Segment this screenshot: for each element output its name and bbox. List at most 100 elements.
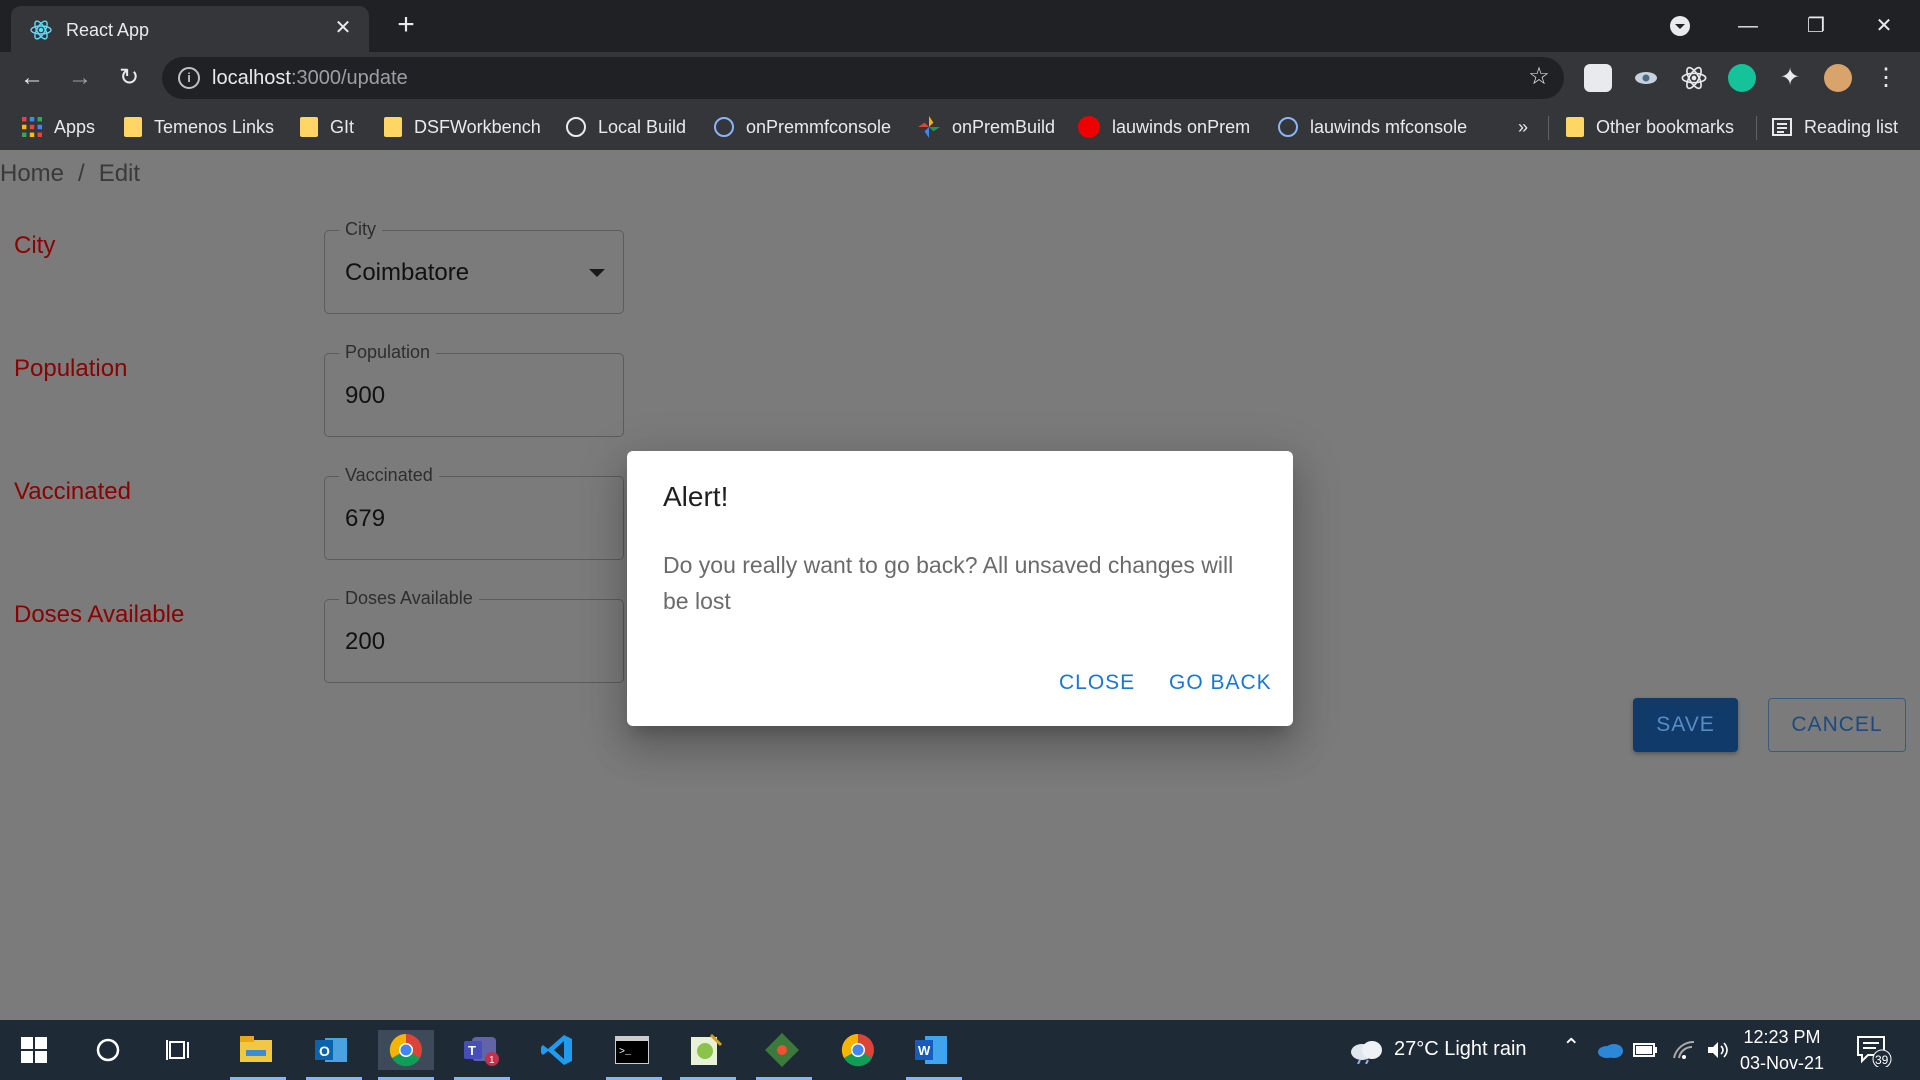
bookmark-label: Apps [54,116,96,137]
breadcrumb-home[interactable]: Home [0,160,64,187]
notification-center-icon[interactable]: 39 [1854,1030,1894,1070]
bookmark-lauwinds-mfconsole[interactable]: lauwinds mfconsole [1278,104,1467,150]
city-select[interactable]: City Coimbatore [324,219,624,314]
bookmark-label: Other bookmarks [1596,116,1735,137]
windows-start-icon[interactable] [14,1030,54,1070]
bookmark-separator [1756,116,1757,140]
bookmark-onprembuild[interactable]: onPremBuild [918,104,1055,150]
globe-icon [714,117,734,137]
population-input[interactable]: Population 900 [324,342,624,437]
bookmark-label: Local Build [598,116,687,137]
weather-text[interactable]: 27°C Light rain [1394,1038,1527,1061]
reading-list-icon [1772,118,1792,136]
forward-arrow-icon[interactable]: → [64,62,96,94]
url-text: localhost:3000/update [212,67,408,89]
close-window-icon[interactable]: ✕ [1866,8,1902,44]
file-explorer-icon[interactable] [236,1030,276,1070]
vaccinated-label: Vaccinated [14,478,131,505]
search-circle-icon[interactable] [88,1030,128,1070]
folder-icon [1566,117,1584,137]
battery-icon[interactable] [1626,1030,1666,1070]
bookmark-star-icon[interactable]: ☆ [1526,64,1552,90]
restore-icon[interactable]: ❐ [1798,8,1834,44]
cancel-button[interactable]: CANCEL [1768,698,1906,752]
dialog-message: Do you really want to go back? All unsav… [663,552,1234,614]
dialog-close-button[interactable]: CLOSE [1059,671,1135,695]
bookmark-label: onPremBuild [952,116,1056,137]
teams-icon[interactable]: T1 [462,1030,502,1070]
bookmark-other-bookmarks[interactable]: Other bookmarks [1566,104,1734,150]
apps-grid-icon [22,117,42,137]
population-legend: Population [339,342,437,363]
clock-date: 03-Nov-21 [1740,1053,1825,1073]
clock[interactable]: 12:23 PM 03-Nov-21 [1740,1024,1824,1076]
react-icon [30,20,52,40]
vaccinated-legend: Vaccinated [339,465,439,486]
bookmark-temenos-links[interactable]: Temenos Links [124,104,274,150]
population-label: Population [14,355,128,382]
population-value: 900 [345,382,386,409]
reload-icon[interactable]: ↻ [113,62,145,94]
vaccinated-value: 679 [345,505,386,532]
weather-cloud-icon[interactable] [1346,1030,1386,1070]
terminal-icon[interactable]: >_ [612,1030,652,1070]
globe-icon [1278,117,1298,137]
bookmark-dsfworkbench[interactable]: DSFWorkbench [384,104,541,150]
bookmark-label: GIt [330,116,355,137]
extensions-puzzle-icon[interactable]: ✦ [1776,64,1804,92]
svg-text:>_: >_ [619,1047,632,1058]
site-info-icon[interactable]: i [178,67,200,89]
word-icon[interactable]: W [912,1030,952,1070]
bookmark-label: lauwinds onPrem [1112,116,1251,137]
chrome-profile-icon[interactable] [838,1030,878,1070]
back-arrow-icon[interactable]: ← [16,62,48,94]
doses-available-input[interactable]: Doses Available 200 [324,588,624,683]
bookmark-lauwinds-onprem[interactable]: lauwinds onPrem [1078,104,1250,150]
close-tab-icon[interactable]: ✕ [331,16,355,40]
menu-kebab-icon[interactable]: ⋮ [1872,64,1900,92]
browser-toolbar: ← → ↻ i localhost:3000/update ☆ ✦ ⋮ [0,52,1920,104]
vscode-icon[interactable] [537,1030,577,1070]
save-button[interactable]: SAVE [1633,698,1738,752]
windows-taskbar: O T1 >_ W 27°C Light rain ⌃ 12:23 PM 03-… [0,1020,1920,1080]
address-bar[interactable]: i localhost:3000/update ☆ [162,57,1564,99]
notepad-plus-plus-icon[interactable] [686,1030,726,1070]
overflow-label: » [1518,116,1529,137]
doses-available-legend: Doses Available [339,588,479,609]
bookmark-apps[interactable]: Apps [22,104,95,150]
chevron-up-icon[interactable]: ⌃ [1562,1034,1580,1060]
dialog-go-back-button[interactable]: GO BACK [1169,671,1272,695]
bookmark-label: Temenos Links [154,116,275,137]
minimize-icon[interactable]: — [1730,8,1766,44]
extension-puzzle-map-icon[interactable] [1584,64,1612,92]
chrome-icon[interactable] [378,1030,434,1070]
bookmark-label: onPremmfconsole [746,116,892,137]
onedrive-icon[interactable] [1590,1030,1630,1070]
bookmark-separator [1548,116,1549,140]
doses-available-label: Doses Available [14,601,185,628]
bookmark-local-build[interactable]: Local Build [566,104,686,150]
git-gui-icon[interactable] [762,1030,802,1070]
eye-extension-icon[interactable] [1632,64,1660,92]
teams-badge: 1 [489,1055,495,1066]
avatar[interactable] [1824,64,1852,92]
reading-list-button[interactable]: Reading list [1772,104,1898,150]
task-view-icon[interactable] [160,1030,200,1070]
vaccinated-input[interactable]: Vaccinated 679 [324,465,624,560]
new-tab-button[interactable]: + [390,10,422,42]
tab-search-icon[interactable] [1662,8,1698,44]
browser-tab-active[interactable]: React App ✕ [11,6,369,52]
redhat-icon [1078,116,1100,138]
doses-available-value: 200 [345,628,386,655]
folder-icon [384,117,402,137]
react-devtools-icon[interactable] [1680,64,1708,92]
dropdown-arrow-icon [589,269,605,277]
bookmarks-bar: Apps Temenos Links GIt DSFWorkbench Loca… [0,104,1920,150]
bookmark-git[interactable]: GIt [300,104,354,150]
tab-title: React App [66,20,150,40]
bookmark-onpremmfconsole[interactable]: onPremmfconsole [714,104,891,150]
outlook-icon[interactable]: O [312,1030,352,1070]
volume-icon[interactable] [1698,1030,1738,1070]
grammarly-icon[interactable] [1728,64,1756,92]
bookmarks-overflow-chevron[interactable]: » [1518,104,1528,150]
